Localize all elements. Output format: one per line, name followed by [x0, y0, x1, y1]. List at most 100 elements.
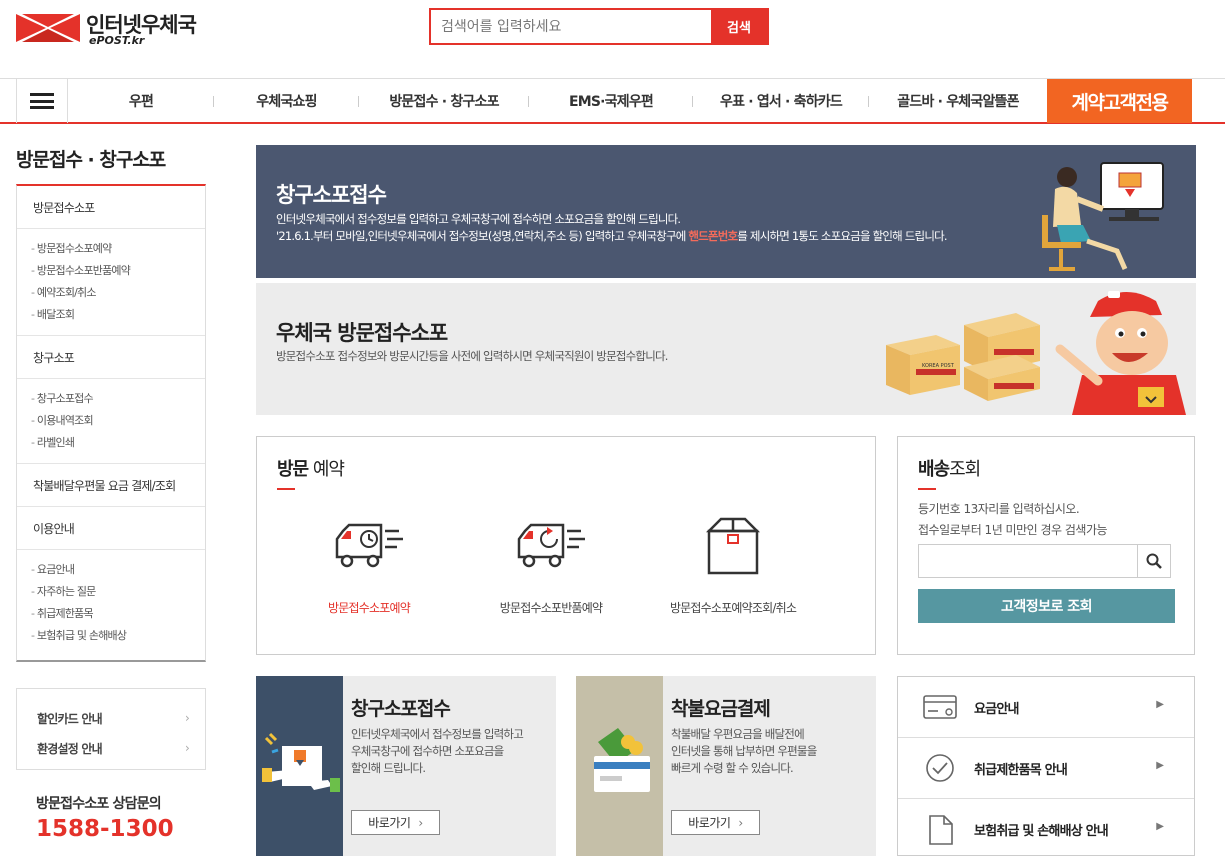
search-bar: 검색	[429, 8, 769, 45]
card-desc-line: 착불배달 우편요금을 배달전에	[671, 727, 805, 741]
parcel-box-icon: KOREA POST	[886, 335, 960, 395]
postman-with-boxes-illustration: KOREA POST	[886, 291, 1186, 415]
banner-description: 방문접수소포 접수정보와 방문시간등을 사전에 입력하시면 우체국직원이 방문접…	[276, 349, 668, 363]
card-strip	[256, 676, 343, 856]
triangle-right-icon: ▶	[1156, 821, 1164, 832]
sidebar-section-visit[interactable]: 방문접수소포	[17, 186, 205, 229]
sidebar-item[interactable]: 예약조회/취소	[31, 282, 205, 304]
card-desc-line: 할인해 드립니다.	[351, 761, 426, 775]
tracking-search-button[interactable]	[1137, 544, 1171, 578]
sidebar-menu: 방문접수소포 방문접수소포예약 방문접수소포반품예약 예약조회/취소 배달조회 …	[16, 184, 206, 662]
search-input[interactable]	[431, 10, 713, 43]
box-brand-text: KOREA POST	[922, 363, 955, 369]
sidebar-extra-links: 할인카드 안내 › 환경설정 안내 ›	[16, 688, 206, 770]
gnb-item-mail[interactable]: 우편	[68, 79, 214, 123]
settings-guide-link[interactable]: 환경설정 안내 ›	[37, 733, 190, 763]
gnb-item-ems[interactable]: EMS·국제우편	[529, 79, 693, 123]
sidebar-item[interactable]: 라벨인쇄	[31, 432, 205, 454]
card-title: 착불요금결제	[671, 698, 771, 720]
epost-logo[interactable]: 인터넷우체국 ePOST.kr	[16, 8, 206, 48]
delivery-tracking-panel: 배송조회 등기번호 13자리를 입력하십시오. 접수일로부터 1년 미만인 경우…	[897, 436, 1195, 655]
banner-desc-text: '21.6.1.부터 모바일,인터넷우체국에서 접수정보(성명,연락처,주소 등…	[276, 229, 689, 243]
gnb-item-stamps[interactable]: 우표 · 엽서 · 축하카드	[693, 79, 869, 123]
card-go-button[interactable]: 바로가기 ›	[671, 810, 760, 835]
counter-parcel-banner[interactable]: 창구소포접수 인터넷우체국에서 접수정보를 입력하고 우체국창구에 접수하면 소…	[256, 145, 1196, 278]
contract-customer-button[interactable]: 계약고객전용	[1047, 79, 1192, 123]
card-strip	[576, 676, 663, 856]
sidebar-item[interactable]: 창구소포접수	[31, 388, 205, 410]
sidebar-item[interactable]: 자주하는 질문	[31, 581, 205, 603]
chevron-right-icon: ›	[738, 815, 743, 830]
banner-description: 인터넷우체국에서 접수정보를 입력하고 우체국창구에 접수하면 소포요금을 할인…	[276, 211, 948, 245]
sidebar-list-counter: 창구소포접수 이용내역조회 라벨인쇄	[17, 379, 205, 464]
parcel-handover-icon	[262, 732, 340, 792]
banner-title: 창구소포접수	[276, 183, 387, 207]
sidebar-item[interactable]: 배달조회	[31, 304, 205, 326]
visit-reserve-label: 방문접수소포예약	[328, 601, 411, 615]
visit-lookup-item[interactable]: 방문접수소포예약조회/취소	[643, 517, 823, 627]
visit-return-label: 방문접수소포반품예약	[499, 601, 603, 615]
card-go-label: 바로가기	[688, 816, 731, 830]
visit-reserve-item[interactable]: 방문접수소포예약	[279, 517, 459, 627]
card-description: 인터넷우체국에서 접수정보를 입력하고 우체국창구에 접수하면 소포요금을 할인…	[351, 726, 524, 777]
tracking-desc-line: 등기번호 13자리를 입력하십시오.	[918, 502, 1080, 516]
search-button[interactable]: 검색	[711, 10, 767, 43]
sidebar-item[interactable]: 이용내역조회	[31, 410, 205, 432]
sidebar-item[interactable]: 방문접수소포반품예약	[31, 260, 205, 282]
gnb-item-shopping[interactable]: 우체국쇼핑	[214, 79, 359, 123]
check-circle-icon	[922, 752, 958, 784]
sidebar-section-counter[interactable]: 창구소포	[17, 336, 205, 379]
consult-label: 방문접수소포 상담문의	[36, 796, 162, 812]
gnb-item-goldbar[interactable]: 골드바 · 우체국알뜰폰	[869, 79, 1047, 123]
banner-desc-text: 를 제시하면 1통도 소포요금을 할인해 드립니다.	[737, 229, 947, 243]
header: 인터넷우체국 ePOST.kr 검색	[0, 0, 1225, 78]
visit-reservation-panel: 방문 예약 방문접수소포예약 방문접수소포반품예약 방문접수소포예약조회/취소	[256, 436, 876, 655]
main-navigation: 우편 우체국쇼핑 방문접수 · 창구소포 EMS·국제우편 우표 · 엽서 · …	[0, 78, 1225, 124]
card-payment-icon	[594, 728, 650, 792]
banner-desc-line: '21.6.1.부터 모바일,인터넷우체국에서 접수정보(성명,연락처,주소 등…	[276, 228, 948, 245]
visit-return-item[interactable]: 방문접수소포반품예약	[461, 517, 641, 627]
title-bold: 방문	[277, 459, 309, 480]
tracking-number-input[interactable]	[918, 544, 1138, 578]
card-desc-line: 빠르게 수령 할 수 있습니다.	[671, 761, 794, 775]
restricted-items-link[interactable]: 취급제한품목 안내 ▶	[898, 738, 1194, 799]
banner-desc-line: 인터넷우체국에서 접수정보를 입력하고 우체국창구에 접수하면 소포요금을 할인…	[276, 212, 681, 226]
chevron-right-icon: ›	[185, 741, 190, 755]
card-title: 창구소포접수	[351, 698, 451, 720]
epost-logo-icon	[16, 14, 80, 42]
counter-parcel-card: 창구소포접수 인터넷우체국에서 접수정보를 입력하고 우체국창구에 접수하면 소…	[256, 676, 556, 856]
fee-guide-link[interactable]: 요금안내 ▶	[898, 677, 1194, 738]
sidebar-item[interactable]: 요금안내	[31, 559, 205, 581]
gnb-item-visit-parcel[interactable]: 방문접수 · 창구소포	[359, 79, 529, 123]
discount-card-link[interactable]: 할인카드 안내 ›	[37, 703, 190, 733]
sidebar-item[interactable]: 방문접수소포예약	[31, 238, 205, 260]
card-desc-line: 우체국창구에 접수하면 소포요금을	[351, 744, 504, 758]
customer-info-lookup-button[interactable]: 고객정보로 조회	[918, 589, 1175, 623]
title-bold: 배송	[918, 459, 950, 480]
sidebar-list-guide: 요금안내 자주하는 질문 취급제한품목 보험취급 및 손해배상	[17, 550, 205, 656]
menu-button[interactable]	[16, 79, 68, 123]
card-desc-line: 인터넷을 통해 납부하면 우편물을	[671, 744, 817, 758]
quick-links: 요금안내 ▶ 취급제한품목 안내 ▶ 보험취급 및 손해배상 안내 ▶	[897, 676, 1195, 856]
sidebar-item[interactable]: 취급제한품목	[31, 603, 205, 625]
sidebar-item[interactable]: 보험취급 및 손해배상	[31, 625, 205, 647]
sidebar-section-cod-payment[interactable]: 착불배달우편물 요금 결제/조회	[17, 464, 205, 507]
title-rest: 예약	[308, 459, 345, 480]
sidebar-title: 방문접수 · 창구소포	[16, 149, 166, 171]
banner-title: 우체국 방문접수소포	[276, 321, 448, 345]
woman-at-computer-illustration	[1042, 162, 1164, 271]
card-desc-line: 인터넷우체국에서 접수정보를 입력하고	[351, 727, 524, 741]
visit-parcel-banner[interactable]: 우체국 방문접수소포 방문접수소포 접수정보와 방문시간등을 사전에 입력하시면…	[256, 283, 1196, 415]
logo-subtitle: ePOST.kr	[89, 34, 145, 47]
restricted-items-label: 취급제한품목 안내	[974, 762, 1068, 778]
visit-lookup-label: 방문접수소포예약조회/취소	[669, 601, 797, 615]
sidebar-section-guide[interactable]: 이용안내	[17, 507, 205, 550]
tracking-desc-line: 접수일로부터 1년 미만인 경우 검색가능	[918, 523, 1108, 537]
visit-reservation-title: 방문 예약	[277, 455, 345, 481]
truck-clock-icon	[335, 523, 403, 568]
insurance-link[interactable]: 보험취급 및 손해배상 안내 ▶	[898, 799, 1194, 860]
settings-guide-label: 환경설정 안내	[37, 741, 103, 756]
card-go-button[interactable]: 바로가기 ›	[351, 810, 440, 835]
cod-payment-card: 착불요금결제 착불배달 우편요금을 배달전에 인터넷을 통해 납부하면 우편물을…	[576, 676, 876, 856]
card-description: 착불배달 우편요금을 배달전에 인터넷을 통해 납부하면 우편물을 빠르게 수령…	[671, 726, 817, 777]
